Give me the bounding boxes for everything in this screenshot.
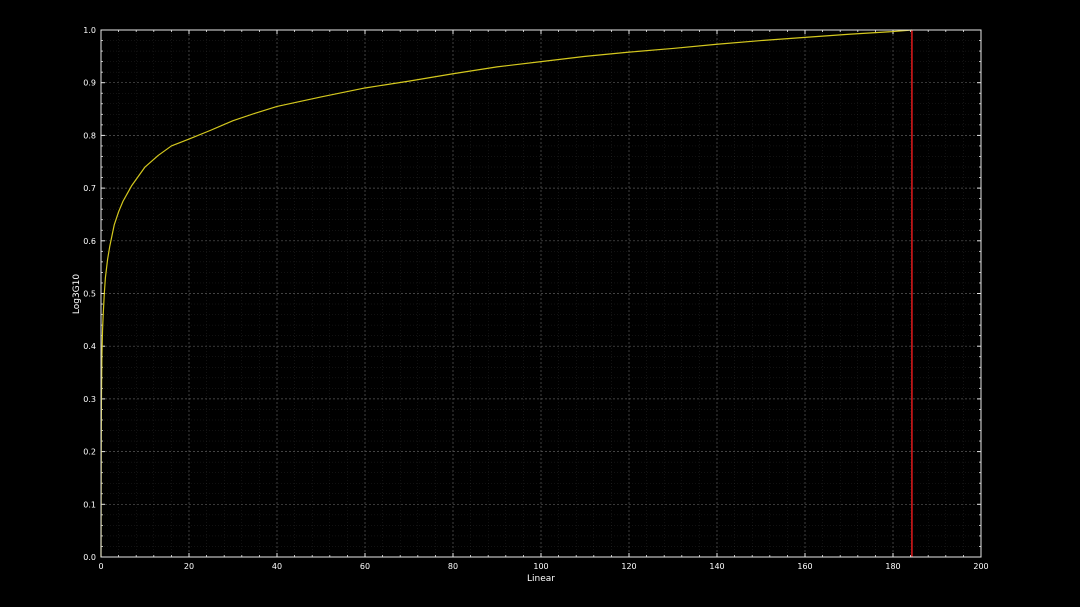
- x-tick-label: 100: [533, 562, 548, 571]
- chart-background: [0, 0, 1080, 607]
- x-tick-label: 140: [709, 562, 724, 571]
- x-tick-label: 200: [973, 562, 988, 571]
- y-tick-label: 1.0: [83, 26, 96, 35]
- y-tick-label: 0.8: [83, 131, 96, 140]
- x-tick-label: 0: [98, 562, 103, 571]
- chart: 0 20 40 60 80 100 120 140 160 180 200 0.0 0.1 0.2 0.3 0…: [0, 0, 1080, 607]
- y-tick-label: 0.3: [83, 395, 96, 404]
- y-tick-label: 0.0: [83, 553, 96, 562]
- y-tick-label: 0.6: [83, 237, 96, 246]
- y-axis-label: Log3G10: [72, 274, 82, 315]
- y-tick-label: 0.2: [83, 448, 96, 457]
- y-tick-label: 0.1: [83, 500, 96, 509]
- x-tick-label: 120: [621, 562, 636, 571]
- x-tick-label: 40: [272, 562, 282, 571]
- x-axis-label: Linear: [527, 574, 555, 584]
- y-tick-label: 0.4: [83, 342, 96, 351]
- x-tick-label: 20: [184, 562, 194, 571]
- x-tick-label: 60: [360, 562, 370, 571]
- y-tick-label: 0.5: [83, 290, 96, 299]
- x-tick-label: 160: [797, 562, 812, 571]
- x-tick-label: 80: [448, 562, 458, 571]
- y-tick-label: 0.7: [83, 184, 96, 193]
- y-tick-label: 0.9: [83, 79, 96, 88]
- x-tick-label: 180: [885, 562, 900, 571]
